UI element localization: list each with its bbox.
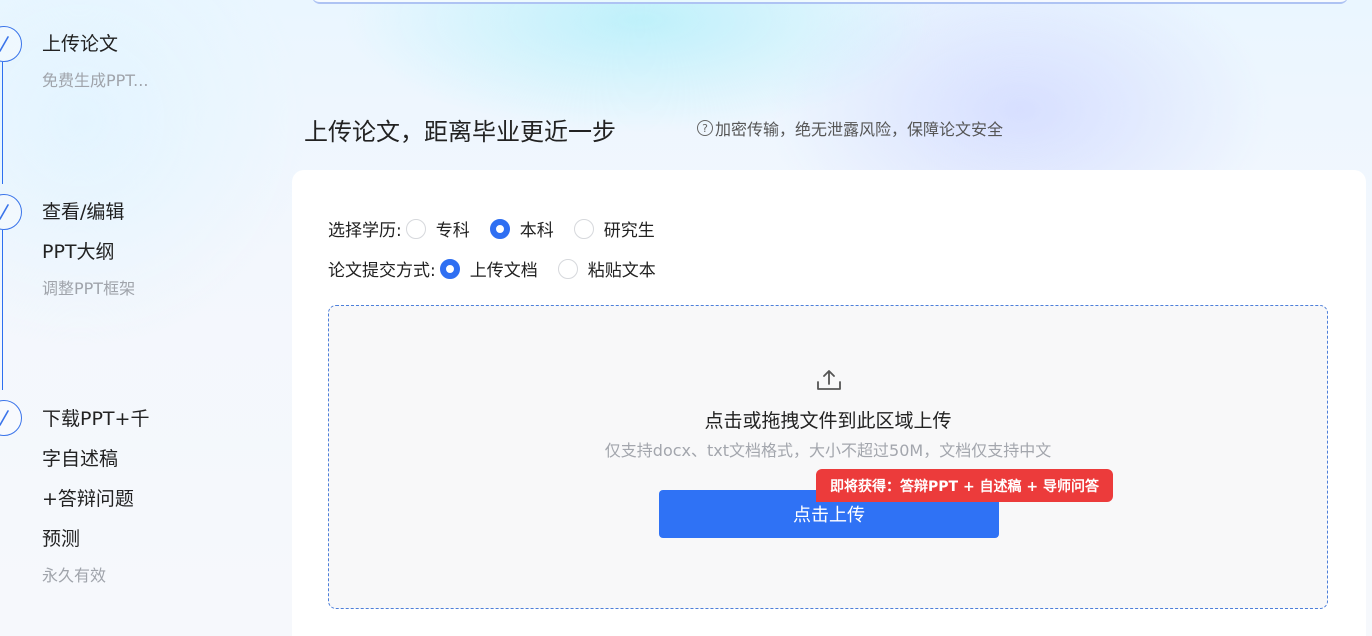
radio-label: 研究生 xyxy=(603,221,655,241)
radio-label: 本科 xyxy=(519,221,554,241)
education-selector: 选择学历: 专科 本科 研究生 xyxy=(328,216,675,241)
file-dropzone[interactable]: 点击或拖拽文件到此区域上传 仅支持docx、txt文档格式，大小不超过50M，文… xyxy=(328,305,1328,609)
step-connector xyxy=(2,62,3,184)
radio-label: 上传文档 xyxy=(469,261,538,281)
radio-upload-doc[interactable]: 上传文档 xyxy=(439,256,538,281)
security-note-text: 加密传输，绝无泄露风险，保障论文安全 xyxy=(715,120,1004,139)
progress-steps: 上传论文 免费生成PPT... 查看/编辑 PPT大纲 调整PPT框架 下载PP… xyxy=(0,0,240,636)
step-2-subtitle: 调整PPT框架 xyxy=(42,279,136,298)
promo-badge: 即将获得：答辩PPT + 自述稿 + 导师问答 xyxy=(816,469,1114,502)
radio-circle-checked[interactable] xyxy=(489,218,510,239)
radio-paste-text[interactable]: 粘贴文本 xyxy=(557,256,656,281)
upload-icon xyxy=(817,370,841,390)
step-3-title-line-3: +答辩问题 xyxy=(42,488,134,510)
upload-card: 选择学历: 专科 本科 研究生 论文提交方式: 上传文档 粘贴文本 点击或拖拽文… xyxy=(292,170,1366,636)
dropzone-hint: 仅支持docx、txt文档格式，大小不超过50M，文档仅支持中文 xyxy=(604,441,1052,460)
step-3-title-line-1: 下载PPT+千 xyxy=(42,408,150,430)
top-banner-edge xyxy=(312,0,1348,4)
education-label: 选择学历: xyxy=(328,221,402,241)
submit-method-label: 论文提交方式: xyxy=(328,261,436,281)
radio-circle[interactable] xyxy=(573,218,594,239)
step-1-subtitle: 免费生成PPT... xyxy=(42,71,149,90)
step-3-subtitle: 永久有效 xyxy=(42,566,107,585)
step-connector xyxy=(2,230,3,390)
radio-yanjiusheng[interactable]: 研究生 xyxy=(573,216,655,241)
radio-circle[interactable] xyxy=(405,218,426,239)
step-3-title-line-4: 预测 xyxy=(42,528,81,550)
step-3-check-icon xyxy=(0,400,22,436)
question-icon: ? xyxy=(697,120,713,136)
page-title: 上传论文，距离毕业更近一步 xyxy=(304,118,616,146)
radio-label: 粘贴文本 xyxy=(587,261,656,281)
radio-circle-checked[interactable] xyxy=(439,258,460,279)
step-1-check-icon xyxy=(0,26,22,62)
dropzone-instruction: 点击或拖拽文件到此区域上传 xyxy=(704,410,952,432)
radio-zhuanke[interactable]: 专科 xyxy=(405,216,470,241)
step-2-title-line-1: 查看/编辑 xyxy=(42,201,125,223)
radio-benke[interactable]: 本科 xyxy=(489,216,554,241)
radio-label: 专科 xyxy=(435,221,470,241)
step-2-title-line-2: PPT大纲 xyxy=(42,241,115,263)
step-1-title: 上传论文 xyxy=(42,33,119,55)
security-note: ? 加密传输，绝无泄露风险，保障论文安全 xyxy=(697,116,1003,140)
step-2-check-icon xyxy=(0,194,22,230)
step-3-title-line-2: 字自述稿 xyxy=(42,448,119,470)
radio-circle[interactable] xyxy=(557,258,578,279)
submit-method-selector: 论文提交方式: 上传文档 粘贴文本 xyxy=(328,256,676,281)
